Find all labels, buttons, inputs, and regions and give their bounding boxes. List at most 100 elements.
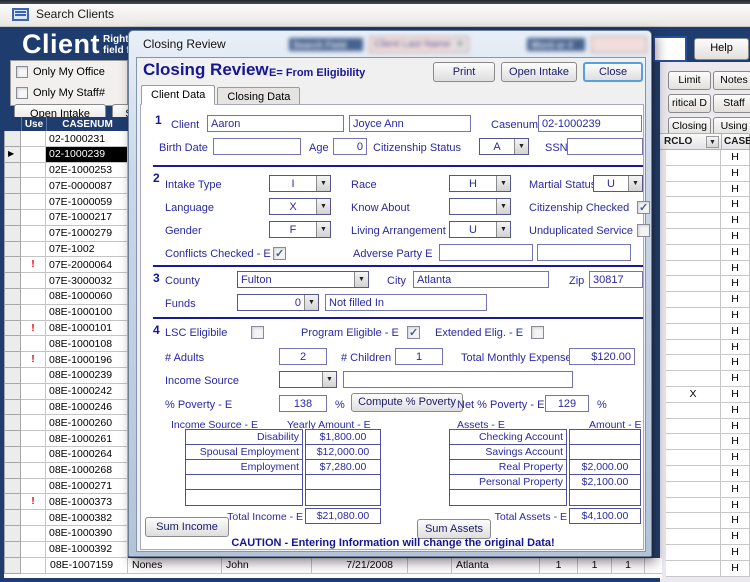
children-field[interactable]: 1	[395, 348, 443, 365]
citizenship-status-combo[interactable]: A▼	[479, 138, 529, 155]
table-row[interactable]: 02-1000231	[4, 131, 128, 147]
case-cell[interactable]: H	[721, 292, 750, 308]
language-combo[interactable]: X▼	[269, 198, 331, 215]
closing-list-row[interactable]: H	[666, 371, 750, 387]
table-row[interactable]: 02-1000239	[4, 147, 128, 163]
tab-closing-data[interactable]: Closing Data	[217, 87, 300, 105]
rclo-cell[interactable]	[666, 276, 721, 292]
record-selector[interactable]	[4, 368, 21, 384]
income-amount-cell[interactable]: $12,000.00	[306, 445, 380, 460]
table-row[interactable]: 08E-1000239	[4, 368, 128, 384]
citizenship-checked-checkbox[interactable]	[637, 201, 650, 214]
rclo-cell[interactable]	[666, 166, 721, 182]
case-cell[interactable]: H	[721, 213, 750, 229]
use-column-header[interactable]: Use	[22, 117, 47, 131]
casenum-cell[interactable]: 08E-1000101	[46, 321, 128, 337]
casenum-cell[interactable]: 07E-1000279	[46, 226, 128, 242]
closing-list-row[interactable]: H	[666, 197, 750, 213]
record-selector[interactable]	[4, 463, 21, 479]
rclo-cell[interactable]	[666, 545, 721, 561]
count-cell[interactable]: 1	[540, 558, 578, 574]
table-row[interactable]: ! 08E-1000101	[4, 321, 128, 337]
casenum-cell[interactable]: 08E-1000196	[46, 352, 128, 368]
dropdown-arrow-icon[interactable]: ▼	[628, 176, 642, 191]
rclo-cell[interactable]	[666, 340, 721, 356]
income-amount-cell[interactable]: $1,800.00	[306, 430, 380, 445]
closing-list-row[interactable]: H	[666, 324, 750, 340]
open-intake-button[interactable]: Open Intake	[501, 62, 577, 82]
rclo-cell[interactable]	[666, 466, 721, 482]
record-selector[interactable]	[4, 542, 21, 558]
closing-list-row[interactable]: H	[666, 434, 750, 450]
extended-eligible-checkbox[interactable]	[531, 326, 544, 339]
search-input[interactable]	[653, 36, 687, 62]
record-selector[interactable]	[4, 210, 21, 226]
record-selector[interactable]	[4, 384, 21, 400]
casenum-cell[interactable]: 07E-1002	[46, 242, 128, 258]
case-cell[interactable]: H	[721, 166, 750, 182]
casenum-cell[interactable]: 02-1000239	[46, 147, 128, 163]
birth-date-field[interactable]	[213, 138, 301, 155]
table-row[interactable]: 08E-1000390	[4, 526, 128, 542]
income-source-cell[interactable]: Spousal Employment	[186, 445, 302, 460]
case-cell[interactable]: H	[721, 308, 750, 324]
record-selector[interactable]	[4, 526, 21, 542]
count-cell[interactable]: 1	[612, 558, 645, 574]
casenum-cell[interactable]: 02-1000231	[46, 131, 128, 147]
record-selector[interactable]	[4, 352, 21, 368]
record-selector[interactable]	[4, 479, 21, 495]
conflicts-checked-checkbox[interactable]	[273, 247, 286, 260]
asset-name-cell[interactable]: Real Property	[450, 460, 566, 475]
casenum-cell[interactable]: 08E-1000261	[46, 431, 128, 447]
case-cell[interactable]: H	[721, 261, 750, 277]
casenum-cell[interactable]: 07E-3000032	[46, 273, 128, 289]
table-row[interactable]: 02E-1000253	[4, 163, 128, 179]
ssn-field[interactable]	[567, 138, 643, 155]
last-name-cell[interactable]: Nones	[128, 558, 222, 574]
closing-list-row[interactable]: X H	[666, 387, 750, 403]
casenum-cell[interactable]: 08E-1000239	[46, 368, 128, 384]
record-selector[interactable]	[4, 147, 21, 163]
case-cell[interactable]: H	[721, 182, 750, 198]
side-button-right[interactable]: Staff	[713, 94, 750, 113]
asset-amount-cell[interactable]: $2,100.00	[570, 475, 640, 490]
closing-list-row[interactable]: H	[666, 308, 750, 324]
case-cell[interactable]: H	[721, 450, 750, 466]
casenum-cell[interactable]: 08E-1000108	[46, 336, 128, 352]
record-selector[interactable]	[4, 510, 21, 526]
dropdown-arrow-icon[interactable]: ▼	[496, 176, 510, 191]
record-selector[interactable]	[4, 336, 21, 352]
record-selector[interactable]	[4, 131, 21, 147]
dropdown-arrow-icon[interactable]: ▼	[316, 176, 330, 191]
rclo-cell[interactable]	[666, 434, 721, 450]
casenum-cell[interactable]: 08E-1000242	[46, 384, 128, 400]
income-source-desc-field[interactable]	[343, 371, 573, 388]
closing-list-row[interactable]: H	[666, 545, 750, 561]
rclo-cell[interactable]	[666, 292, 721, 308]
casenum-cell[interactable]: 08E-1000100	[46, 305, 128, 321]
closing-list-row[interactable]: H	[666, 466, 750, 482]
income-source-cell[interactable]: Disability	[186, 430, 302, 445]
adverse-party-field-2[interactable]	[537, 244, 631, 261]
closing-list-row[interactable]: H	[666, 561, 750, 577]
casenum-cell[interactable]: 08E-1000392	[46, 542, 128, 558]
case-cell[interactable]: H	[721, 150, 750, 166]
help-button[interactable]: Help	[694, 38, 749, 60]
case-cell[interactable]: H	[721, 529, 750, 545]
closing-list-row[interactable]: H	[666, 182, 750, 198]
count-cell[interactable]: 1	[578, 558, 612, 574]
case-cell[interactable]: H	[721, 498, 750, 514]
record-selector[interactable]	[4, 431, 21, 447]
table-row[interactable]: 07E-1000279	[4, 226, 128, 242]
total-income-field[interactable]: $21,080.00	[305, 508, 381, 524]
closing-list-row[interactable]: H	[666, 292, 750, 308]
rclo-cell[interactable]	[666, 513, 721, 529]
income-amount-cell[interactable]	[306, 475, 380, 490]
record-selector[interactable]	[4, 494, 21, 510]
rclo-cell[interactable]	[666, 498, 721, 514]
record-selector[interactable]	[4, 226, 21, 242]
zip-field[interactable]: 30817	[589, 271, 643, 288]
casenum-cell[interactable]: 08E-1000373	[46, 494, 128, 510]
closing-list-row[interactable]: H	[666, 166, 750, 182]
case-cell[interactable]: H	[721, 561, 750, 577]
